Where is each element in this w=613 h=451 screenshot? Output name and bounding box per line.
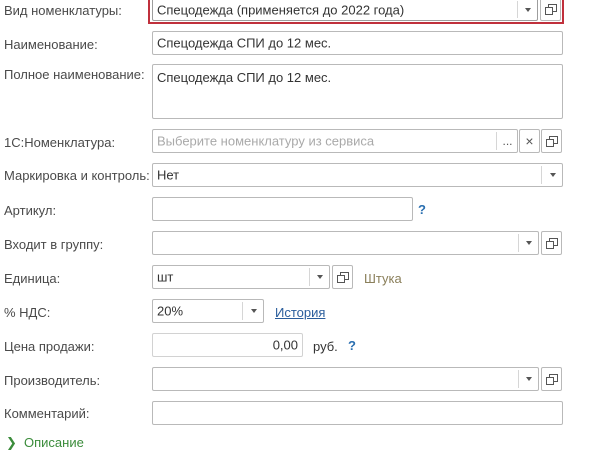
price-value: 0,00 — [272, 337, 298, 353]
unit-dropdown-button[interactable] — [310, 266, 330, 288]
nomenclature-1c-input[interactable]: Выберите номенклатуру из сервиса ... — [152, 129, 518, 153]
manufacturer-label: Производитель: — [4, 373, 101, 388]
full-name-label: Полное наименование: — [4, 67, 145, 82]
nomenclature-1c-clear-button[interactable]: × — [519, 129, 540, 153]
marking-label: Маркировка и контроль: — [4, 168, 150, 183]
chevron-down-icon — [526, 241, 532, 245]
kind-dropdown-button[interactable] — [518, 0, 538, 20]
article-help-icon[interactable]: ? — [418, 202, 426, 217]
group-dropdown-button[interactable] — [519, 232, 539, 254]
vat-label: % НДС: — [4, 305, 51, 320]
unit-select[interactable]: шт — [152, 265, 330, 289]
kind-select[interactable]: Спецодежда (применяется до 2022 года) — [152, 0, 538, 21]
vat-value: 20% — [157, 303, 184, 319]
open-form-icon — [546, 135, 558, 147]
kind-label: Вид номенклатуры: — [4, 3, 122, 18]
chevron-down-icon — [317, 275, 323, 279]
vat-history-link[interactable]: История — [275, 305, 325, 320]
price-help-icon[interactable]: ? — [348, 338, 356, 353]
chevron-down-icon — [526, 377, 532, 381]
price-currency: руб. — [313, 339, 338, 354]
comment-label: Комментарий: — [4, 406, 90, 421]
name-value: Спецодежда СПИ до 12 мес. — [157, 35, 332, 51]
vat-dropdown-button[interactable] — [243, 300, 264, 322]
price-input[interactable]: 0,00 — [152, 333, 303, 357]
open-form-icon — [546, 237, 558, 249]
manufacturer-select[interactable] — [152, 367, 539, 391]
manufacturer-dropdown-button[interactable] — [519, 368, 539, 390]
kind-value: Спецодежда (применяется до 2022 года) — [157, 2, 405, 17]
nomenclature-1c-label: 1С:Номенклатура: — [4, 135, 116, 150]
nomenclature-1c-open-button[interactable] — [541, 129, 562, 153]
article-input[interactable] — [152, 197, 413, 221]
comment-input[interactable] — [152, 401, 563, 425]
chevron-down-icon — [549, 173, 556, 177]
unit-label: Единица: — [4, 271, 61, 286]
vat-select[interactable]: 20% — [152, 299, 264, 323]
group-label: Входит в группу: — [4, 237, 104, 252]
marking-dropdown-button[interactable] — [542, 164, 563, 186]
chevron-right-icon[interactable]: ❯ — [6, 435, 17, 451]
open-form-icon — [546, 373, 558, 385]
nomenclature-1c-select-button[interactable]: ... — [497, 130, 518, 152]
description-section-toggle[interactable]: Описание — [24, 435, 84, 450]
group-select[interactable] — [152, 231, 539, 255]
chevron-down-icon — [250, 309, 257, 313]
price-label: Цена продажи: — [4, 339, 95, 354]
name-label: Наименование: — [4, 37, 98, 52]
unit-value: шт — [157, 269, 174, 285]
more-icon: ... — [502, 134, 513, 148]
nomenclature-1c-placeholder: Выберите номенклатуру из сервиса — [157, 133, 375, 149]
open-form-icon — [337, 271, 349, 283]
open-form-icon — [545, 4, 557, 15]
full-name-value: Спецодежда СПИ до 12 мес. — [157, 70, 332, 85]
kind-open-button[interactable] — [540, 0, 561, 21]
marking-select[interactable]: Нет — [152, 163, 563, 187]
manufacturer-open-button[interactable] — [541, 367, 562, 391]
name-input[interactable]: Спецодежда СПИ до 12 мес. — [152, 31, 563, 55]
unit-open-button[interactable] — [332, 265, 353, 289]
group-open-button[interactable] — [541, 231, 562, 255]
unit-hint: Штука — [364, 271, 402, 286]
article-label: Артикул: — [4, 203, 57, 218]
full-name-textarea[interactable]: Спецодежда СПИ до 12 мес. — [152, 64, 563, 119]
marking-value: Нет — [157, 167, 180, 183]
chevron-down-icon — [525, 7, 531, 12]
clear-icon: × — [525, 133, 534, 149]
